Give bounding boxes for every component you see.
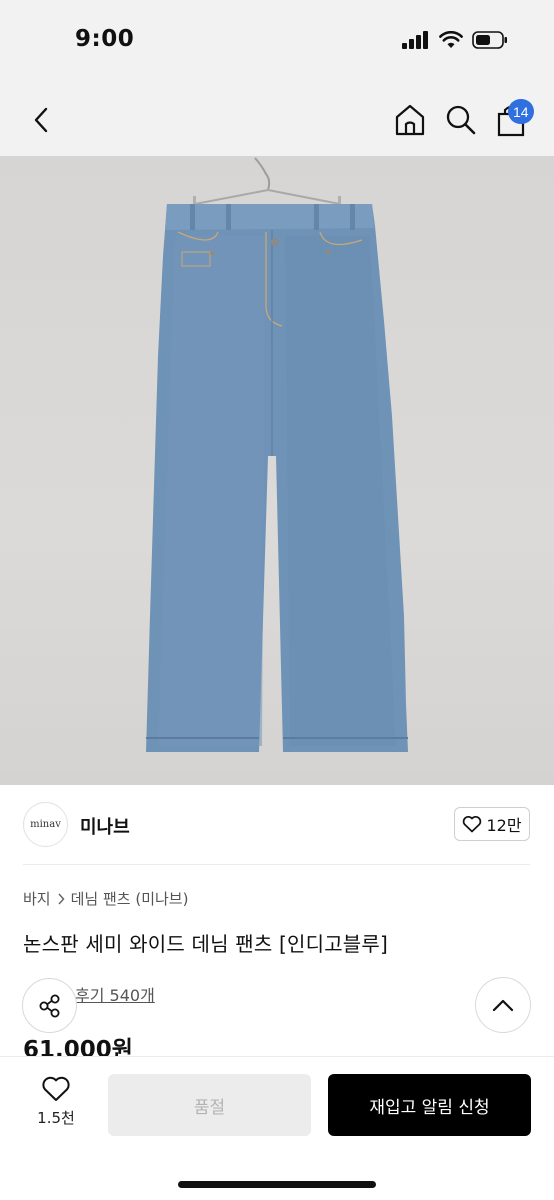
cellular-signal-icon [402,31,428,49]
breadcrumb: 바지 데님 팬츠 (미나브) [23,888,188,909]
breadcrumb-subcategory[interactable]: 데님 팬츠 (미나브) [71,888,189,909]
product-title: 논스판 세미 와이드 데님 팬츠 [인디고블루] [23,932,388,956]
heart-icon [463,815,482,833]
search-button[interactable] [444,102,478,138]
top-nav-bar [0,84,554,156]
brand-logo[interactable]: minav [23,802,68,847]
chevron-up-icon [492,999,514,1012]
brand-name[interactable]: 미나브 [80,813,130,839]
battery-icon [472,31,507,49]
chevron-right-icon [58,892,65,905]
chevron-left-icon [34,107,48,133]
home-button[interactable] [393,102,427,138]
status-bar: 9:00 [0,0,554,84]
home-icon [395,104,425,136]
cart-count-badge: 14 [508,99,534,124]
home-indicator [178,1181,376,1188]
status-icons [402,31,508,49]
share-button[interactable] [22,978,77,1033]
share-icon [39,994,59,1017]
wishlist-button[interactable]: 1.5천 [27,1075,85,1135]
brand-row[interactable]: minav 미나브 12만 [0,800,554,850]
wishlist-count: 1.5천 [37,1109,75,1127]
back-button[interactable] [26,104,56,136]
scroll-to-top-button[interactable] [475,977,531,1033]
breadcrumb-category[interactable]: 바지 [23,888,51,909]
brand-like-button[interactable]: 12만 [454,807,530,841]
wifi-icon [439,31,463,48]
divider [23,864,530,865]
heart-icon [42,1076,70,1101]
product-image[interactable] [0,156,554,785]
review-link[interactable]: 후기 540개 [75,982,155,1006]
status-time: 9:00 [75,26,135,52]
bottom-action-bar: 1.5천 품절 재입고 알림 신청 [0,1056,554,1200]
brand-like-count: 12만 [486,816,522,835]
jeans-image [146,157,408,752]
sold-out-button[interactable]: 품절 [108,1074,311,1136]
search-icon [446,105,476,135]
restock-alert-button[interactable]: 재입고 알림 신청 [328,1074,531,1136]
